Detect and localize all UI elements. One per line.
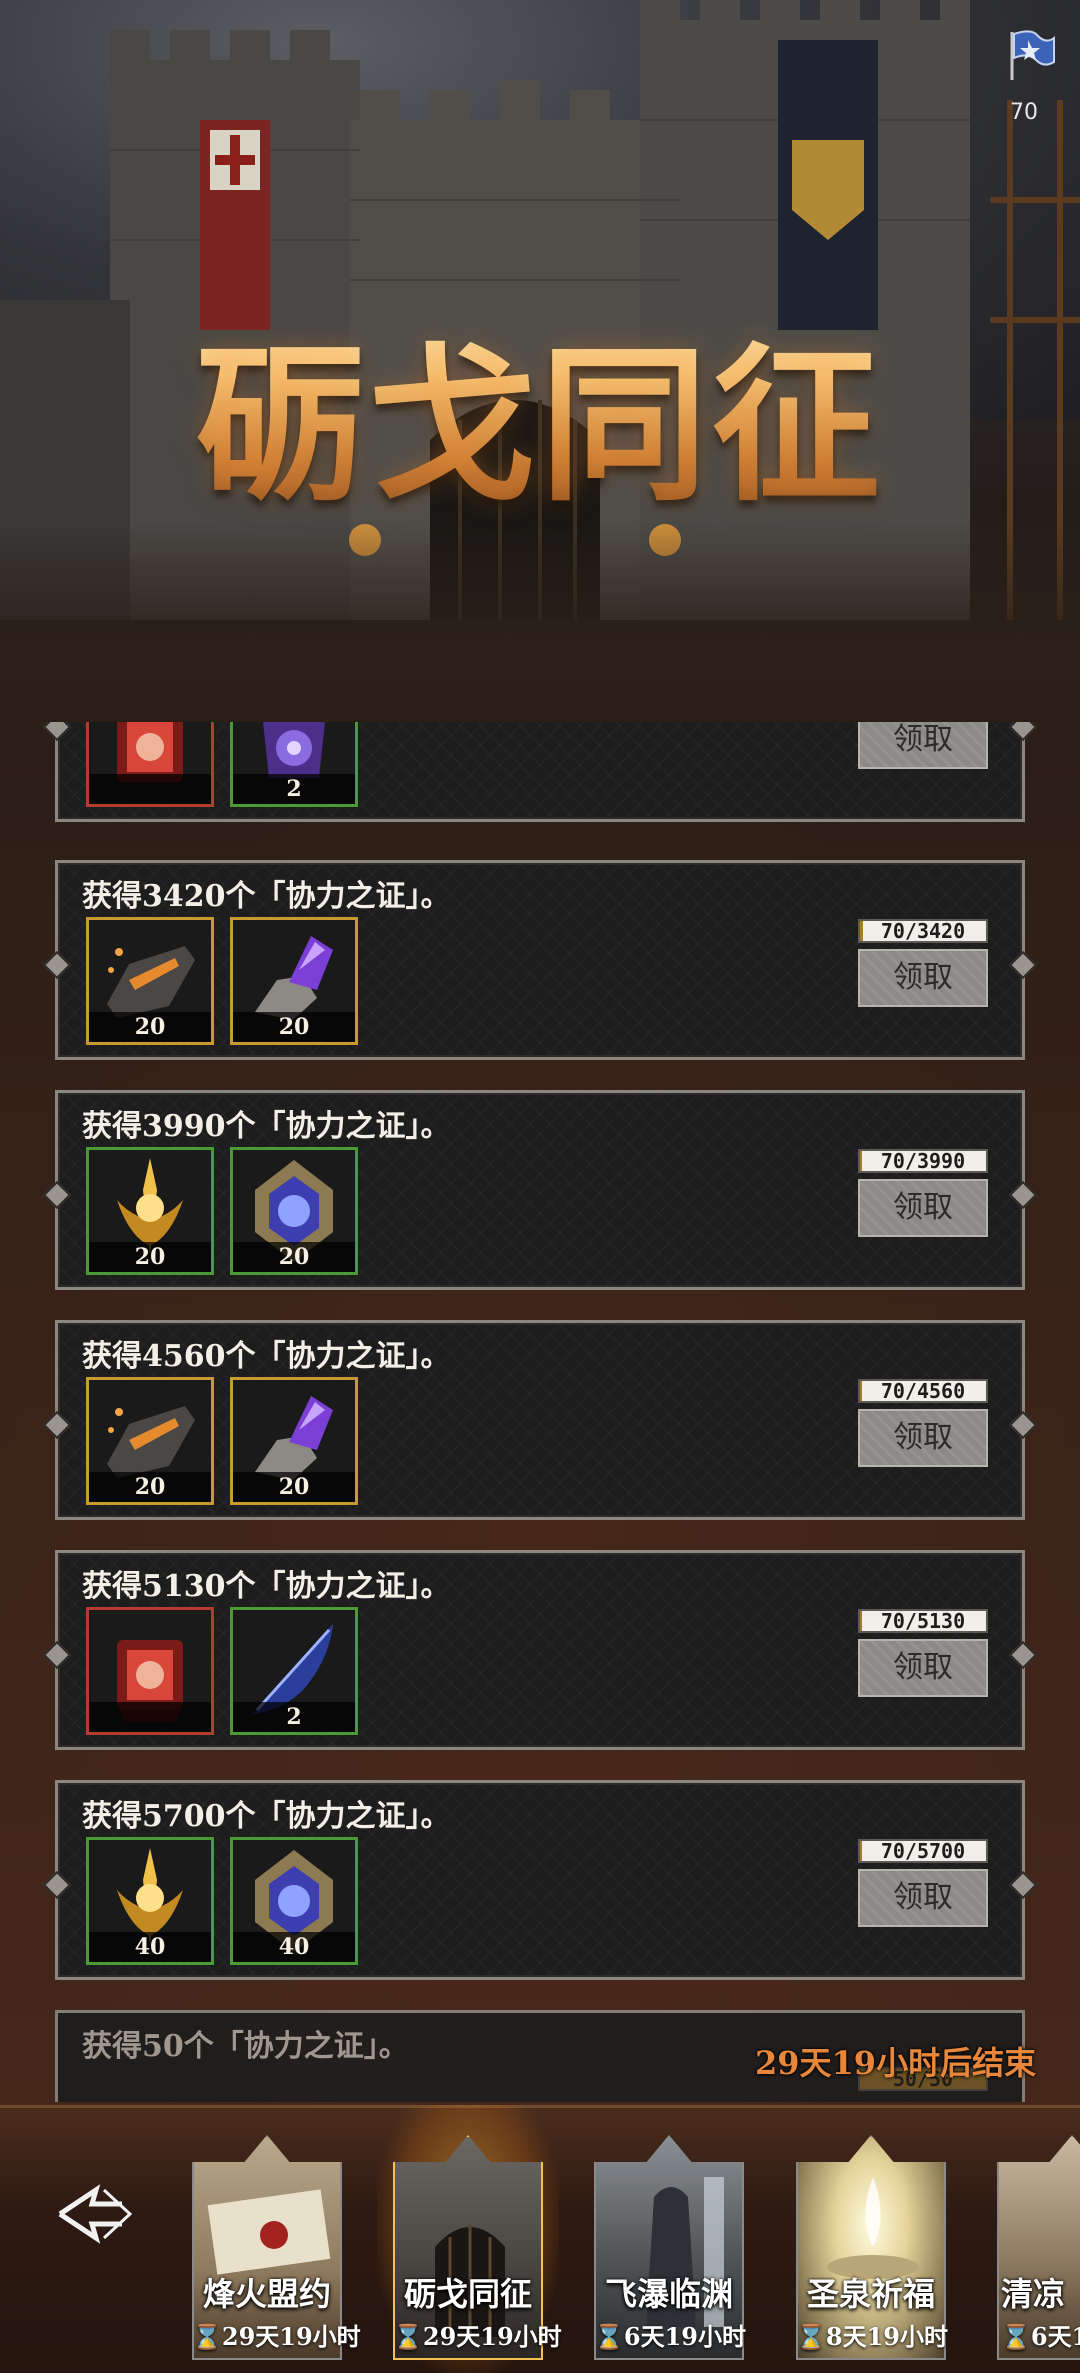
reward-requirement: 获得4560个「协力之证」。 — [82, 1339, 451, 1374]
reward-items: 2 — [86, 722, 358, 807]
claim-button[interactable]: 领取 — [858, 1179, 988, 1237]
tab-label: 清凉 — [1001, 2275, 1066, 2313]
reward-items: 20 20 — [86, 1377, 358, 1505]
tab-timer: ⌛6天1 — [1001, 2322, 1080, 2351]
item-count: 20 — [89, 1242, 211, 1272]
item-count: 20 — [233, 1472, 355, 1502]
flag-count: 70 — [1010, 100, 1038, 125]
tab-timer: ⌛8天19小时 — [796, 2322, 948, 2351]
reward-items: 2 — [86, 1607, 358, 1735]
reward-card-partial: 2 领取 — [55, 722, 1025, 822]
progress-bar: 70/3420 — [858, 919, 988, 943]
reward-requirement: 获得3420个「协力之证」。 — [82, 879, 451, 914]
event-banner: 砺戈同征 70 — [0, 0, 1080, 720]
reward-items: 20 20 — [86, 1147, 358, 1275]
item-count — [89, 1702, 211, 1732]
reward-card: 获得3990个「协力之证」。 20 20 70/3990 领取 — [55, 1090, 1025, 1290]
reward-card: 获得5130个「协力之证」。 2 70/5130 领取 — [55, 1550, 1025, 1750]
reward-requirement: 获得5130个「协力之证」。 — [82, 1569, 451, 1604]
reward-item[interactable]: 20 — [230, 1377, 358, 1505]
progress-bar: 70/5700 — [858, 1839, 988, 1863]
claim-button[interactable]: 领取 — [858, 1639, 988, 1697]
reward-item[interactable] — [86, 1607, 214, 1735]
claim-button[interactable]: 领取 — [858, 1409, 988, 1467]
progress-text: 70/4560 — [880, 1379, 966, 1403]
progress-text: 70/5700 — [880, 1839, 966, 1863]
event-title: 砺戈同征 — [0, 290, 1080, 533]
tab-label: 砺戈同征 — [403, 2275, 532, 2313]
reward-item[interactable]: 20 — [230, 917, 358, 1045]
item-count: 40 — [89, 1932, 211, 1962]
reward-card: 获得5700个「协力之证」。 40 40 70/5700 领取 — [55, 1780, 1025, 1980]
reward-items: 20 20 — [86, 917, 358, 1045]
crossed-arrows-back-icon[interactable] — [52, 2170, 138, 2256]
progress-text: 70/3420 — [880, 919, 966, 943]
reward-list[interactable]: 2 领取 获得3420个「协力之证」。 20 20 70/3420 领取 获得3… — [0, 722, 1080, 2102]
tab-cool-partial[interactable]: 清凉 ⌛6天1 — [997, 2135, 1080, 2360]
tab-timer: ⌛29天19小时 — [393, 2322, 562, 2351]
reward-requirement: 获得3990个「协力之证」。 — [82, 1109, 451, 1144]
item-count: 40 — [233, 1932, 355, 1962]
reward-item[interactable]: 20 — [86, 917, 214, 1045]
tab-holy-spring[interactable]: 圣泉祈福 ⌛8天19小时 — [796, 2135, 948, 2360]
progress-text: 70/3990 — [880, 1149, 966, 1173]
item-count: 2 — [233, 1702, 355, 1732]
item-count: 20 — [89, 1012, 211, 1042]
reward-requirement: 获得5700个「协力之证」。 — [82, 1799, 451, 1834]
progress-bar: 70/3990 — [858, 1149, 988, 1173]
item-count: 20 — [89, 1472, 211, 1502]
item-count: 20 — [233, 1242, 355, 1272]
reward-item[interactable]: 2 — [230, 722, 358, 807]
tab-timer: ⌛6天19小时 — [594, 2322, 746, 2351]
reward-item[interactable]: 20 — [86, 1377, 214, 1505]
reward-card: 获得3420个「协力之证」。 20 20 70/3420 领取 — [55, 860, 1025, 1060]
reward-card: 获得4560个「协力之证」。 20 20 70/4560 领取 — [55, 1320, 1025, 1520]
claim-button[interactable]: 领取 — [858, 949, 988, 1007]
progress-bar: 70/5130 — [858, 1609, 988, 1633]
tab-label: 圣泉祈福 — [806, 2275, 935, 2313]
tab-label: 飞瀑临渊 — [604, 2275, 733, 2313]
reward-item[interactable] — [86, 722, 214, 807]
tab-label: 烽火盟约 — [202, 2275, 331, 2313]
reward-item[interactable]: 2 — [230, 1607, 358, 1735]
progress-text: 70/5130 — [880, 1609, 966, 1633]
reward-item[interactable]: 40 — [86, 1837, 214, 1965]
reward-items: 40 40 — [86, 1837, 358, 1965]
item-count: 2 — [233, 774, 355, 804]
reward-item[interactable]: 20 — [86, 1147, 214, 1275]
tab-waterfall-abyss[interactable]: 飞瀑临渊 ⌛6天19小时 — [594, 2135, 746, 2360]
tab-timer: ⌛29天19小时 — [192, 2322, 361, 2351]
tab-beacon-pact[interactable]: 烽火盟约 ⌛29天19小时 — [192, 2135, 361, 2360]
flag-icon[interactable] — [1002, 26, 1058, 82]
event-end-countdown: 29天19小时后结束 — [755, 2044, 1037, 2082]
item-count — [89, 774, 211, 804]
reward-requirement: 获得50个「协力之证」。 — [82, 2029, 409, 2064]
progress-bar: 70/4560 — [858, 1379, 988, 1403]
tab-whetted-spear[interactable]: 砺戈同征 ⌛29天19小时 — [377, 2105, 562, 2373]
item-count: 20 — [233, 1012, 355, 1042]
claim-button[interactable]: 领取 — [858, 1869, 988, 1927]
reward-item[interactable]: 20 — [230, 1147, 358, 1275]
banner-fade — [0, 520, 1080, 720]
reward-item[interactable]: 40 — [230, 1837, 358, 1965]
claim-button[interactable]: 领取 — [858, 722, 988, 769]
